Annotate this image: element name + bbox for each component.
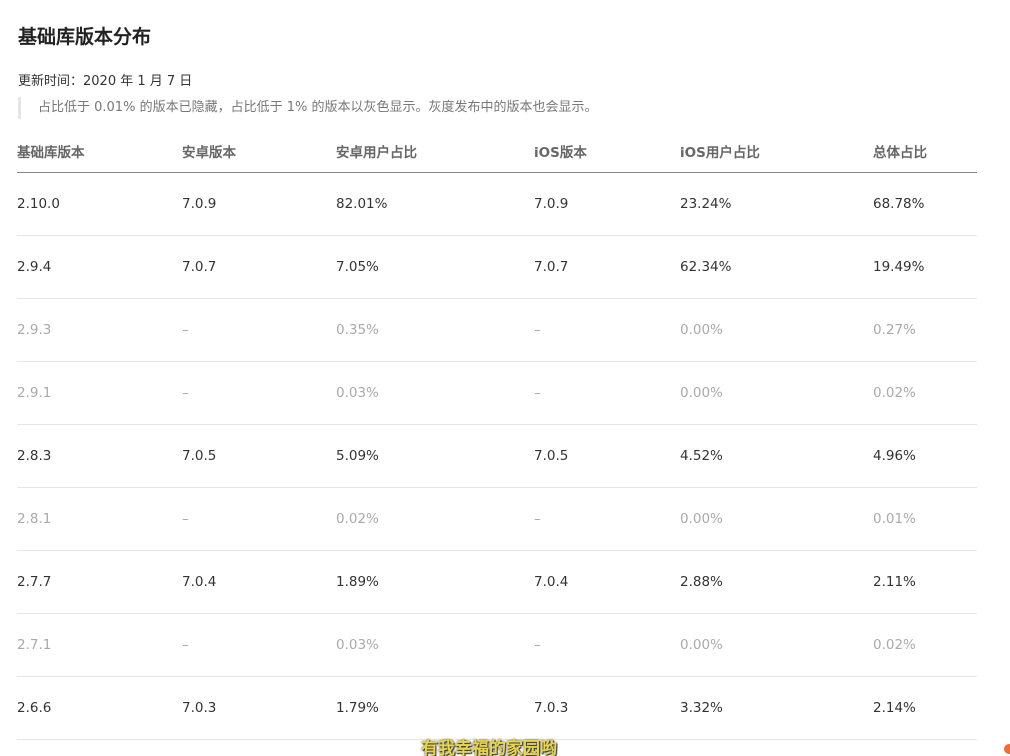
note-blockquote: 占比低于 0.01% 的版本已隐藏，占比低于 1% 的版本以灰色显示。灰度发布中…: [18, 97, 597, 119]
cell-android-version: –: [182, 361, 336, 425]
header-ios-share: iOS用户占比: [680, 130, 873, 173]
cell-lib-version: 2.9.4: [17, 235, 182, 299]
cell-ios-share: 62.34%: [680, 235, 873, 299]
table-row: 2.7.1–0.03% –0.00% 0.02%: [17, 613, 977, 677]
cell-ios-share: 0.00%: [680, 298, 873, 362]
cell-android-share: 0.02%: [336, 487, 534, 551]
header-total-share: 总体占比: [873, 130, 977, 173]
cell-total-share: 68.78%: [873, 172, 977, 236]
cell-ios-version: 7.0.3: [534, 676, 680, 740]
header-android-share: 安卓用户占比: [336, 130, 534, 173]
header-ios-version: iOS版本: [534, 130, 680, 173]
table-body: 2.10.0 7.0.9 82.01% 7.0.9 23.24% 68.78% 2.9.4 7…: [17, 172, 977, 740]
cell-android-version: –: [182, 487, 336, 551]
cell-android-share: 7.05%: [336, 235, 534, 299]
cell-android-share: 1.89%: [336, 550, 534, 614]
cell-android-version: 7.0.9: [182, 172, 336, 236]
cell-android-share: 0.03%: [336, 361, 534, 425]
version-distribution-table: 基础库版本 安卓版本 安卓用户占比 iOS版本 iOS用户占比 总体占比 2.1…: [17, 130, 977, 740]
floating-dot-icon: [1004, 744, 1010, 754]
cell-total-share: 0.02%: [873, 613, 977, 677]
cell-android-share: 5.09%: [336, 424, 534, 488]
cell-ios-share: 4.52%: [680, 424, 873, 488]
page: 基础库版本分布 更新时间：2020 年 1 月 7 日 占比低于 0.01% 的…: [0, 0, 1010, 756]
cell-total-share: 0.27%: [873, 298, 977, 362]
cell-total-share: 4.96%: [873, 424, 977, 488]
cell-ios-version: –: [534, 298, 680, 362]
cell-lib-version: 2.9.1: [17, 361, 182, 425]
table-row: 2.9.3–0.35% –0.00% 0.27%: [17, 298, 977, 362]
cell-android-version: 7.0.3: [182, 676, 336, 740]
note-text: 占比低于 0.01% 的版本已隐藏，占比低于 1% 的版本以灰色显示。灰度发布中…: [38, 100, 598, 115]
page-title: 基础库版本分布: [18, 26, 152, 48]
cell-lib-version: 2.6.6: [17, 676, 182, 740]
cell-android-version: –: [182, 613, 336, 677]
cell-total-share: 0.01%: [873, 487, 977, 551]
cell-ios-version: 7.0.7: [534, 235, 680, 299]
cell-ios-version: –: [534, 613, 680, 677]
cell-total-share: 0.02%: [873, 361, 977, 425]
cell-ios-share: 3.32%: [680, 676, 873, 740]
cell-ios-share: 23.24%: [680, 172, 873, 236]
cell-lib-version: 2.8.1: [17, 487, 182, 551]
update-time: 更新时间：2020 年 1 月 7 日: [18, 74, 193, 89]
cell-android-version: 7.0.7: [182, 235, 336, 299]
video-subtitle: 有我幸福的家园哟: [421, 739, 557, 756]
cell-android-version: 7.0.4: [182, 550, 336, 614]
cell-android-share: 82.01%: [336, 172, 534, 236]
cell-ios-share: 0.00%: [680, 613, 873, 677]
cell-total-share: 2.11%: [873, 550, 977, 614]
cell-ios-version: 7.0.4: [534, 550, 680, 614]
cell-android-version: 7.0.5: [182, 424, 336, 488]
cell-ios-version: 7.0.5: [534, 424, 680, 488]
table-row: 2.9.4 7.0.7 7.05% 7.0.7 62.34% 19.49%: [17, 235, 977, 299]
cell-lib-version: 2.8.3: [17, 424, 182, 488]
table-row: 2.6.6 7.0.3 1.79% 7.0.3 3.32% 2.14%: [17, 676, 977, 740]
header-lib-version: 基础库版本: [17, 130, 182, 173]
cell-ios-share: 0.00%: [680, 487, 873, 551]
cell-lib-version: 2.10.0: [17, 172, 182, 236]
cell-total-share: 2.14%: [873, 676, 977, 740]
cell-lib-version: 2.7.1: [17, 613, 182, 677]
cell-ios-version: –: [534, 361, 680, 425]
table-header-row: 基础库版本 安卓版本 安卓用户占比 iOS版本 iOS用户占比 总体占比: [17, 130, 977, 173]
cell-android-version: –: [182, 298, 336, 362]
cell-android-share: 0.03%: [336, 613, 534, 677]
table-row: 2.10.0 7.0.9 82.01% 7.0.9 23.24% 68.78%: [17, 172, 977, 236]
cell-android-share: 1.79%: [336, 676, 534, 740]
cell-ios-share: 2.88%: [680, 550, 873, 614]
cell-lib-version: 2.7.7: [17, 550, 182, 614]
cell-total-share: 19.49%: [873, 235, 977, 299]
cell-android-share: 0.35%: [336, 298, 534, 362]
cell-lib-version: 2.9.3: [17, 298, 182, 362]
cell-ios-version: 7.0.9: [534, 172, 680, 236]
cell-ios-share: 0.00%: [680, 361, 873, 425]
table-row: 2.7.7 7.0.4 1.89% 7.0.4 2.88% 2.11%: [17, 550, 977, 614]
table-row: 2.9.1–0.03% –0.00% 0.02%: [17, 361, 977, 425]
cell-ios-version: –: [534, 487, 680, 551]
table-row: 2.8.3 7.0.5 5.09% 7.0.5 4.52% 4.96%: [17, 424, 977, 488]
header-android-version: 安卓版本: [182, 130, 336, 173]
table-row: 2.8.1–0.02% –0.00% 0.01%: [17, 487, 977, 551]
